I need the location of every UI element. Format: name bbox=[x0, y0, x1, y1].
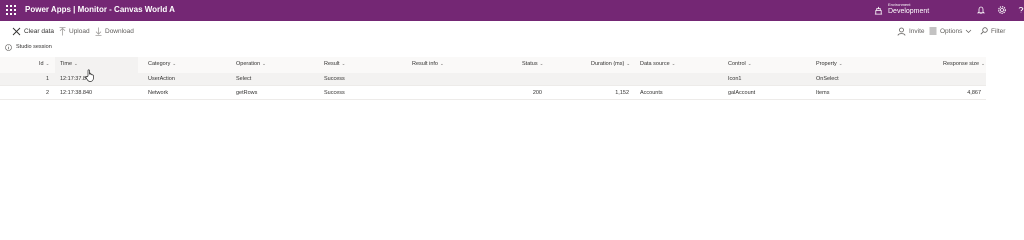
table-header: Id ⌄ Time ⌄ Category ⌄ Operation ⌄ Result ⌄ R… bbox=[0, 57, 986, 73]
chevron-down-icon: ⌄ bbox=[626, 61, 631, 66]
invite-label: Invite bbox=[909, 27, 925, 35]
info-icon bbox=[5, 44, 12, 51]
clear-data-button[interactable]: Clear data bbox=[12, 26, 54, 36]
settings-gear-icon[interactable] bbox=[997, 5, 1007, 15]
column-header-result-info[interactable]: Result info ⌄ bbox=[412, 61, 444, 67]
environment-label: Environment bbox=[888, 2, 911, 7]
app-title: Power Apps | Monitor - Canvas World A bbox=[25, 5, 175, 14]
column-header-result[interactable]: Result ⌄ bbox=[324, 61, 345, 67]
column-header-time[interactable]: Time ⌄ bbox=[60, 61, 78, 67]
table-row[interactable]: 1 12:17:37.8 UserAction Select Success I… bbox=[0, 73, 986, 86]
column-header-response-size[interactable]: Response size ⌄ bbox=[943, 61, 985, 67]
chevron-down-icon: ⌄ bbox=[74, 61, 78, 66]
cell-control: galAccount bbox=[728, 90, 756, 96]
column-header-status[interactable]: Status ⌄ bbox=[522, 61, 543, 67]
cell-id: 1 bbox=[46, 76, 50, 82]
column-header-operation[interactable]: Operation ⌄ bbox=[236, 61, 266, 67]
cell-control: Icon1 bbox=[728, 76, 742, 82]
search-icon bbox=[980, 27, 988, 35]
bell-icon[interactable] bbox=[976, 5, 986, 15]
cell-data-source: Accounts bbox=[640, 90, 663, 96]
cell-operation: Select bbox=[236, 76, 252, 82]
column-header-duration[interactable]: Duration (ms) ⌄ bbox=[591, 61, 630, 67]
chevron-down-icon: ⌄ bbox=[981, 61, 985, 66]
cell-operation: getRows bbox=[236, 90, 258, 96]
app-launcher-icon[interactable] bbox=[6, 5, 16, 15]
cell-property: Items bbox=[816, 90, 830, 96]
clear-data-label: Clear data bbox=[24, 27, 54, 35]
cell-result: Success bbox=[324, 90, 345, 96]
column-header-property[interactable]: Property ⌄ bbox=[816, 61, 843, 67]
hand-cursor-icon bbox=[85, 69, 94, 82]
help-icon[interactable] bbox=[1016, 5, 1024, 15]
cell-result: Success bbox=[324, 76, 345, 82]
cell-property: OnSelect bbox=[816, 76, 839, 82]
cell-time: 12:17:37.8 bbox=[60, 76, 86, 82]
chevron-down-icon: ⌄ bbox=[539, 61, 544, 66]
chevron-down-icon: ⌄ bbox=[838, 61, 843, 66]
environment-name[interactable]: Development bbox=[888, 8, 929, 15]
session-bar: Studio session bbox=[0, 41, 1024, 54]
chevron-down-icon: ⌄ bbox=[45, 61, 50, 66]
chevron-down-icon: ⌄ bbox=[747, 61, 752, 66]
upload-label: Upload bbox=[69, 27, 90, 35]
filter-button[interactable]: Filter bbox=[980, 26, 1005, 36]
command-bar: Clear data Upload Download Invite Option… bbox=[0, 21, 1024, 41]
table-row[interactable]: 2 12:17:38.840 Network getRows Success 2… bbox=[0, 87, 986, 100]
cell-time: 12:17:38.840 bbox=[60, 90, 93, 96]
options-label: Options bbox=[940, 27, 963, 35]
upload-icon bbox=[59, 26, 66, 35]
cell-id: 2 bbox=[46, 90, 50, 96]
list-icon bbox=[929, 27, 937, 35]
app-header: Power Apps | Monitor - Canvas World A En… bbox=[0, 0, 1024, 21]
filter-label: Filter bbox=[991, 27, 1006, 35]
column-header-id[interactable]: Id ⌄ bbox=[39, 61, 49, 67]
column-header-data-source[interactable]: Data source ⌄ bbox=[640, 61, 675, 67]
chevron-down-icon: ⌄ bbox=[671, 61, 676, 66]
chevron-down-icon: ⌄ bbox=[440, 61, 444, 66]
person-icon bbox=[897, 27, 906, 36]
environment-icon[interactable] bbox=[874, 6, 883, 15]
download-label: Download bbox=[105, 27, 134, 35]
cell-response-size: 4,867 bbox=[967, 90, 981, 96]
column-header-control[interactable]: Control ⌄ bbox=[728, 61, 752, 67]
session-label: Studio session bbox=[16, 44, 52, 50]
chevron-down-icon: ⌄ bbox=[262, 61, 266, 66]
invite-button[interactable]: Invite bbox=[897, 26, 925, 36]
upload-button[interactable]: Upload bbox=[59, 26, 90, 36]
cell-status: 200 bbox=[532, 90, 542, 96]
download-button[interactable]: Download bbox=[95, 26, 134, 36]
chevron-down-icon bbox=[966, 29, 972, 33]
cell-duration: 1,152 bbox=[615, 90, 629, 96]
cell-category: UserAction bbox=[148, 76, 175, 82]
close-icon bbox=[12, 27, 21, 35]
cell-category: Network bbox=[148, 90, 169, 96]
download-icon bbox=[95, 27, 102, 36]
chevron-down-icon: ⌄ bbox=[172, 61, 177, 66]
options-menu-button[interactable]: Options bbox=[929, 26, 975, 36]
column-header-category[interactable]: Category ⌄ bbox=[148, 61, 176, 67]
chevron-down-icon: ⌄ bbox=[341, 61, 346, 66]
